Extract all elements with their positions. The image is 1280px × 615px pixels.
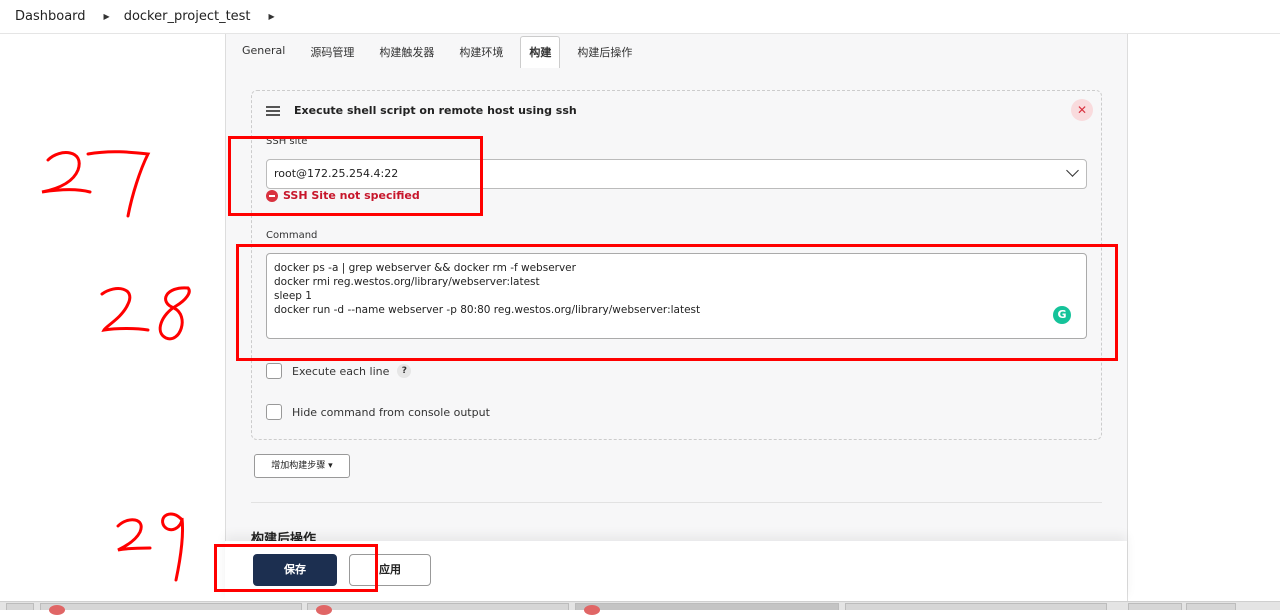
- annotation-box-buttons: [214, 544, 378, 592]
- hide-command-label: Hide command from console output: [292, 405, 490, 419]
- app-icon: [49, 605, 65, 615]
- help-icon[interactable]: ?: [397, 364, 412, 378]
- execute-each-line-checkbox[interactable]: [266, 363, 282, 379]
- config-tabs: General 源码管理 构建触发器 构建环境 构建 构建后操作: [234, 36, 649, 68]
- annotation-box-ssh: [228, 136, 483, 216]
- add-build-step-label: 增加构建步骤: [271, 461, 326, 471]
- tab-general[interactable]: General: [234, 36, 293, 68]
- chevron-down-icon: [1066, 164, 1079, 177]
- tab-build-environment[interactable]: 构建环境: [451, 36, 511, 68]
- add-build-step-button[interactable]: 增加构建步骤 ▾: [254, 454, 350, 478]
- tab-source-control[interactable]: 源码管理: [302, 36, 362, 68]
- execute-each-line-label: Execute each line: [292, 364, 390, 378]
- breadcrumb-dashboard[interactable]: Dashboard: [15, 9, 86, 24]
- tab-build[interactable]: 构建: [520, 36, 561, 68]
- app-icon: [584, 605, 600, 615]
- breadcrumb: Dashboard ▶ docker_project_test ▶: [0, 0, 1280, 34]
- annotation-box-command: [236, 244, 1118, 361]
- command-label: Command: [266, 230, 318, 241]
- tab-build-triggers[interactable]: 构建触发器: [371, 36, 442, 68]
- tab-post-build[interactable]: 构建后操作: [569, 36, 640, 68]
- breadcrumb-project[interactable]: docker_project_test: [124, 9, 251, 24]
- app-icon: [316, 605, 332, 615]
- hide-command-checkbox[interactable]: [266, 404, 282, 420]
- build-step-title: Execute shell script on remote host usin…: [294, 104, 577, 117]
- annotation-number-29: [116, 512, 184, 582]
- close-icon[interactable]: ✕: [1071, 99, 1093, 121]
- annotation-number-27: [41, 150, 151, 218]
- breadcrumb-separator-icon[interactable]: ▶: [104, 12, 110, 21]
- hide-command-row: Hide command from console output: [266, 404, 490, 420]
- annotation-number-28: [100, 286, 191, 341]
- execute-each-line-row: Execute each line ?: [266, 363, 412, 379]
- breadcrumb-separator-icon[interactable]: ▶: [269, 12, 275, 21]
- section-divider: [251, 502, 1102, 503]
- drag-handle-icon[interactable]: [266, 106, 280, 118]
